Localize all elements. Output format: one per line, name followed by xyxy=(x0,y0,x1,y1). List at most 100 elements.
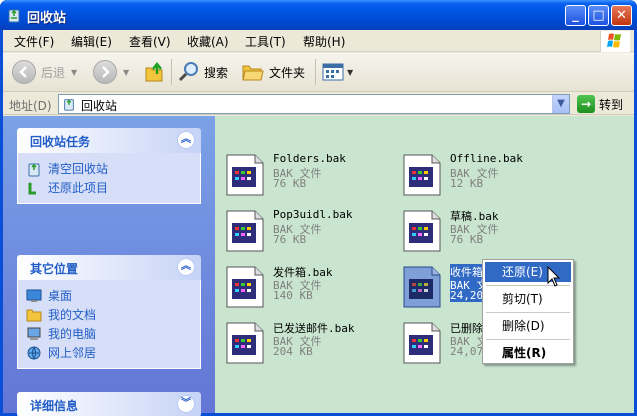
go-button[interactable]: → 转到 xyxy=(577,94,623,114)
my-computer-link[interactable]: 我的电脑 xyxy=(26,324,200,343)
restore-arrow-icon xyxy=(28,181,36,194)
menu-edit[interactable]: 编辑(E) xyxy=(71,33,112,50)
collapse-chevron-icon[interactable]: ︽ xyxy=(177,131,195,149)
search-label: 搜索 xyxy=(204,65,229,80)
back-button[interactable]: 后退 ▼ xyxy=(12,59,77,85)
views-dropdown-icon[interactable]: ▼ xyxy=(347,68,353,77)
recycle-bin-icon xyxy=(8,9,20,23)
context-delete[interactable]: 删除(D) xyxy=(485,316,571,336)
toolbar: 后退 ▼ ▼ 搜索 文件夹 ▼ xyxy=(3,53,634,92)
collapse-chevron-icon[interactable]: ︽ xyxy=(177,258,195,276)
other-places-body: 桌面 我的文档 我的电脑 网上邻居 xyxy=(17,280,201,369)
my-documents-link[interactable]: 我的文档 xyxy=(26,305,200,324)
file-size: 76 KB xyxy=(450,233,484,246)
folders-icon xyxy=(242,65,264,81)
menu-bar: 文件(F) 编辑(E) 查看(V) 收藏(A) 工具(T) 帮助(H) xyxy=(3,30,634,52)
recycle-tasks-title: 回收站任务 xyxy=(30,135,91,149)
go-arrow-icon: → xyxy=(577,95,595,113)
expand-chevron-icon[interactable]: ︾ xyxy=(177,395,195,413)
other-places-title: 其它位置 xyxy=(30,262,79,276)
menu-help[interactable]: 帮助(H) xyxy=(303,33,345,50)
bak-file-icon xyxy=(403,322,441,364)
up-folder-button[interactable] xyxy=(144,59,166,85)
bak-file-icon xyxy=(226,154,264,196)
bak-file-icon xyxy=(403,154,441,196)
file-name: Folders.bak xyxy=(273,152,346,165)
views-button[interactable]: ▼ xyxy=(321,59,353,85)
context-separator xyxy=(486,312,570,313)
bak-file-icon xyxy=(226,266,264,308)
views-icon xyxy=(322,63,344,81)
desktop-link[interactable]: 桌面 xyxy=(26,286,200,305)
forward-arrow-icon xyxy=(93,60,117,84)
task-pane: 回收站任务 ︽ 清空回收站 还原此项目 其它位置 ︽ 桌面 我的文档 我的电脑 … xyxy=(3,116,215,416)
forward-dropdown-icon[interactable]: ▼ xyxy=(123,68,129,77)
address-value: 回收站 xyxy=(81,99,118,113)
forward-button[interactable]: ▼ xyxy=(93,59,129,85)
file-size: 140 KB xyxy=(273,289,313,302)
recycle-tasks-body: 清空回收站 还原此项目 xyxy=(17,153,201,204)
empty-recycle-bin-link[interactable]: 清空回收站 xyxy=(26,159,200,178)
network-globe-icon xyxy=(27,346,41,359)
bak-file-icon xyxy=(226,210,264,252)
details-title: 详细信息 xyxy=(30,399,79,413)
maximize-button[interactable]: □ xyxy=(588,5,609,26)
other-places-header[interactable]: 其它位置 ︽ xyxy=(17,255,201,280)
search-icon xyxy=(178,62,198,82)
minimize-button[interactable]: _ xyxy=(565,5,586,26)
file-size: 12 KB xyxy=(450,177,484,190)
search-button[interactable]: 搜索 xyxy=(177,59,228,85)
close-button[interactable]: ✕ xyxy=(611,5,632,26)
back-arrow-icon xyxy=(12,60,36,84)
toolbar-separator xyxy=(171,59,172,85)
computer-icon xyxy=(27,327,41,340)
context-cut[interactable]: 剪切(T) xyxy=(485,289,571,309)
details-panel: 详细信息 ︾ xyxy=(17,392,201,416)
file-size: 76 KB xyxy=(273,177,307,190)
folder-icon xyxy=(26,309,42,321)
title-bar[interactable]: 回收站 _ □ ✕ xyxy=(0,0,637,30)
recycle-tasks-panel: 回收站任务 ︽ 清空回收站 还原此项目 xyxy=(17,128,201,204)
back-dropdown-icon[interactable]: ▼ xyxy=(71,68,77,77)
desktop-label: 桌面 xyxy=(48,289,73,303)
context-separator xyxy=(486,339,570,340)
address-label: 地址(D) xyxy=(9,99,52,113)
context-properties[interactable]: 属性(R) xyxy=(485,343,571,363)
back-label: 后退 xyxy=(41,65,66,80)
address-dropdown-icon[interactable]: ▼ xyxy=(552,95,569,113)
recycle-bin-icon xyxy=(64,99,74,111)
explorer-window: 回收站 _ □ ✕ 文件(F) 编辑(E) 查看(V) 收藏(A) 工具(T) … xyxy=(0,0,637,416)
file-name: Offline.bak xyxy=(450,152,523,165)
menu-view[interactable]: 查看(V) xyxy=(129,33,171,50)
desktop-icon xyxy=(26,289,42,302)
network-places-link[interactable]: 网上邻居 xyxy=(26,343,200,362)
recycle-tasks-header[interactable]: 回收站任务 ︽ xyxy=(17,128,201,153)
empty-recycle-bin-label: 清空回收站 xyxy=(48,162,109,176)
windows-logo-icon xyxy=(600,31,630,52)
file-size: 76 KB xyxy=(273,233,307,246)
restore-item-label: 还原此项目 xyxy=(48,181,109,195)
restore-item-link[interactable]: 还原此项目 xyxy=(26,178,200,197)
network-places-label: 网上邻居 xyxy=(48,346,97,360)
bak-file-icon xyxy=(403,266,441,308)
menu-file[interactable]: 文件(F) xyxy=(14,33,54,50)
folders-label: 文件夹 xyxy=(269,65,306,80)
bak-file-icon xyxy=(403,210,441,252)
mouse-pointer-icon xyxy=(547,266,561,287)
details-header[interactable]: 详细信息 ︾ xyxy=(17,392,201,416)
address-bar: 地址(D) 回收站 ▼ → 转到 xyxy=(3,93,634,115)
folders-button[interactable]: 文件夹 xyxy=(241,59,305,85)
address-input[interactable]: 回收站 ▼ xyxy=(58,94,570,114)
bak-file-icon xyxy=(226,322,264,364)
other-places-panel: 其它位置 ︽ 桌面 我的文档 我的电脑 网上邻居 xyxy=(17,255,201,369)
go-label: 转到 xyxy=(599,97,624,112)
my-computer-label: 我的电脑 xyxy=(48,327,97,341)
menu-tools[interactable]: 工具(T) xyxy=(245,33,286,50)
recycle-bin-icon xyxy=(28,163,40,176)
file-name: Pop3uidl.bak xyxy=(273,208,353,221)
toolbar-separator xyxy=(315,59,316,85)
up-folder-icon xyxy=(145,61,163,82)
my-documents-label: 我的文档 xyxy=(48,308,97,322)
menu-favorites[interactable]: 收藏(A) xyxy=(187,33,229,50)
file-size: 204 KB xyxy=(273,345,313,358)
